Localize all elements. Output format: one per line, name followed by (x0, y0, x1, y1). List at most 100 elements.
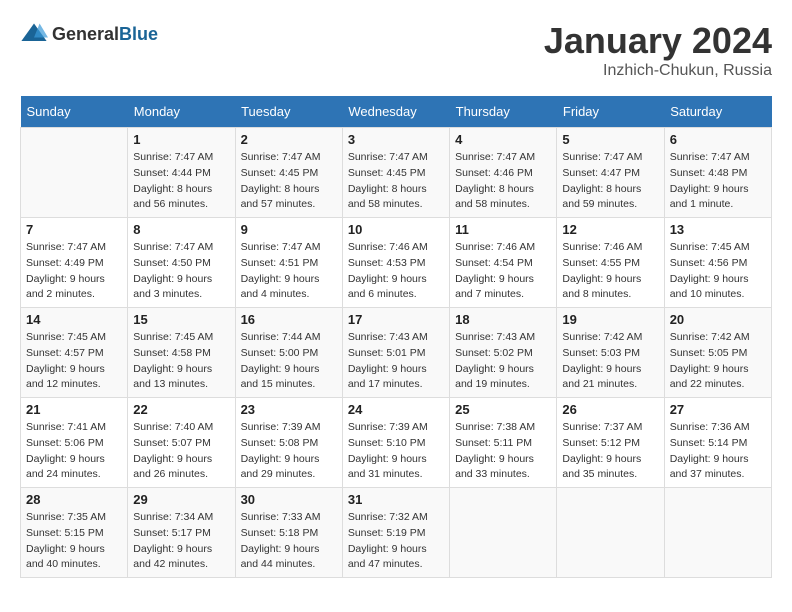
calendar-cell: 22 Sunrise: 7:40 AMSunset: 5:07 PMDayligh… (128, 398, 235, 488)
day-info: Sunrise: 7:47 AMSunset: 4:47 PMDaylight:… (562, 150, 658, 213)
day-number: 25 (455, 402, 551, 417)
day-info: Sunrise: 7:47 AMSunset: 4:44 PMDaylight:… (133, 150, 229, 213)
day-info: Sunrise: 7:47 AMSunset: 4:46 PMDaylight:… (455, 150, 551, 213)
main-title: January 2024 (544, 20, 772, 62)
day-number: 29 (133, 492, 229, 507)
calendar-cell (450, 488, 557, 578)
day-info: Sunrise: 7:47 AMSunset: 4:49 PMDaylight:… (26, 240, 122, 303)
calendar-cell (21, 128, 128, 218)
day-number: 27 (670, 402, 766, 417)
calendar-row: 7 Sunrise: 7:47 AMSunset: 4:49 PMDaylight… (21, 218, 772, 308)
calendar-cell: 4 Sunrise: 7:47 AMSunset: 4:46 PMDaylight… (450, 128, 557, 218)
calendar-cell: 30 Sunrise: 7:33 AMSunset: 5:18 PMDayligh… (235, 488, 342, 578)
day-info: Sunrise: 7:36 AMSunset: 5:14 PMDaylight:… (670, 420, 766, 483)
calendar-cell: 5 Sunrise: 7:47 AMSunset: 4:47 PMDaylight… (557, 128, 664, 218)
calendar-cell: 11 Sunrise: 7:46 AMSunset: 4:54 PMDayligh… (450, 218, 557, 308)
day-number: 30 (241, 492, 337, 507)
logo-icon (20, 20, 48, 48)
header-day: Friday (557, 96, 664, 128)
calendar-cell: 27 Sunrise: 7:36 AMSunset: 5:14 PMDayligh… (664, 398, 771, 488)
day-info: Sunrise: 7:45 AMSunset: 4:57 PMDaylight:… (26, 330, 122, 393)
header-day: Monday (128, 96, 235, 128)
header-day: Wednesday (342, 96, 449, 128)
day-number: 21 (26, 402, 122, 417)
calendar-row: 1 Sunrise: 7:47 AMSunset: 4:44 PMDaylight… (21, 128, 772, 218)
calendar-cell: 9Sunrise: 7:47 AMSunset: 4:51 PMDaylight… (235, 218, 342, 308)
calendar-cell (557, 488, 664, 578)
calendar-cell: 19Sunrise: 7:42 AMSunset: 5:03 PMDayligh… (557, 308, 664, 398)
calendar-cell: 20 Sunrise: 7:42 AMSunset: 5:05 PMDayligh… (664, 308, 771, 398)
calendar-cell: 15 Sunrise: 7:45 AMSunset: 4:58 PMDayligh… (128, 308, 235, 398)
header-day: Thursday (450, 96, 557, 128)
day-info: Sunrise: 7:47 AMSunset: 4:48 PMDaylight:… (670, 150, 766, 213)
calendar-cell (664, 488, 771, 578)
day-info: Sunrise: 7:47 AMSunset: 4:45 PMDaylight:… (348, 150, 444, 213)
calendar-cell: 2 Sunrise: 7:47 AMSunset: 4:45 PMDaylight… (235, 128, 342, 218)
calendar-cell: 25 Sunrise: 7:38 AMSunset: 5:11 PMDayligh… (450, 398, 557, 488)
day-number: 31 (348, 492, 444, 507)
day-info: Sunrise: 7:44 AMSunset: 5:00 PMDaylight:… (241, 330, 337, 393)
day-number: 11 (455, 222, 551, 237)
logo-general: General (52, 24, 119, 44)
calendar-cell: 31 Sunrise: 7:32 AMSunset: 5:19 PMDayligh… (342, 488, 449, 578)
day-info: Sunrise: 7:46 AMSunset: 4:53 PMDaylight:… (348, 240, 444, 303)
day-info: Sunrise: 7:45 AMSunset: 4:56 PMDaylight:… (670, 240, 766, 303)
day-number: 3 (348, 132, 444, 147)
page-header: GeneralBlue January 2024 Inzhich-Chukun,… (20, 20, 772, 80)
day-info: Sunrise: 7:41 AMSunset: 5:06 PMDaylight:… (26, 420, 122, 483)
day-number: 19 (562, 312, 658, 327)
day-number: 5 (562, 132, 658, 147)
calendar-cell: 18Sunrise: 7:43 AMSunset: 5:02 PMDayligh… (450, 308, 557, 398)
day-number: 10 (348, 222, 444, 237)
calendar-cell: 23 Sunrise: 7:39 AMSunset: 5:08 PMDayligh… (235, 398, 342, 488)
day-number: 1 (133, 132, 229, 147)
header-day: Saturday (664, 96, 771, 128)
day-info: Sunrise: 7:45 AMSunset: 4:58 PMDaylight:… (133, 330, 229, 393)
day-number: 14 (26, 312, 122, 327)
day-info: Sunrise: 7:43 AMSunset: 5:02 PMDaylight:… (455, 330, 551, 393)
calendar-cell: 13Sunrise: 7:45 AMSunset: 4:56 PMDayligh… (664, 218, 771, 308)
day-number: 7 (26, 222, 122, 237)
calendar-cell: 24Sunrise: 7:39 AMSunset: 5:10 PMDayligh… (342, 398, 449, 488)
day-number: 6 (670, 132, 766, 147)
day-info: Sunrise: 7:47 AMSunset: 4:50 PMDaylight:… (133, 240, 229, 303)
calendar-cell: 17Sunrise: 7:43 AMSunset: 5:01 PMDayligh… (342, 308, 449, 398)
header-row: SundayMondayTuesdayWednesdayThursdayFrid… (21, 96, 772, 128)
day-number: 23 (241, 402, 337, 417)
day-info: Sunrise: 7:46 AMSunset: 4:54 PMDaylight:… (455, 240, 551, 303)
day-number: 24 (348, 402, 444, 417)
calendar-cell: 6 Sunrise: 7:47 AMSunset: 4:48 PMDaylight… (664, 128, 771, 218)
calendar-cell: 14 Sunrise: 7:45 AMSunset: 4:57 PMDayligh… (21, 308, 128, 398)
calendar-cell: 29 Sunrise: 7:34 AMSunset: 5:17 PMDayligh… (128, 488, 235, 578)
calendar-cell: 3 Sunrise: 7:47 AMSunset: 4:45 PMDaylight… (342, 128, 449, 218)
calendar-table: SundayMondayTuesdayWednesdayThursdayFrid… (20, 96, 772, 578)
header-day: Tuesday (235, 96, 342, 128)
day-number: 20 (670, 312, 766, 327)
calendar-cell: 21 Sunrise: 7:41 AMSunset: 5:06 PMDayligh… (21, 398, 128, 488)
day-info: Sunrise: 7:34 AMSunset: 5:17 PMDaylight:… (133, 510, 229, 573)
calendar-cell: 26Sunrise: 7:37 AMSunset: 5:12 PMDayligh… (557, 398, 664, 488)
day-number: 28 (26, 492, 122, 507)
logo-blue: Blue (119, 24, 158, 44)
calendar-cell: 7 Sunrise: 7:47 AMSunset: 4:49 PMDaylight… (21, 218, 128, 308)
day-info: Sunrise: 7:47 AMSunset: 4:45 PMDaylight:… (241, 150, 337, 213)
day-info: Sunrise: 7:47 AMSunset: 4:51 PMDaylight:… (241, 240, 337, 303)
day-info: Sunrise: 7:35 AMSunset: 5:15 PMDaylight:… (26, 510, 122, 573)
calendar-cell: 8 Sunrise: 7:47 AMSunset: 4:50 PMDaylight… (128, 218, 235, 308)
day-number: 4 (455, 132, 551, 147)
calendar-row: 14 Sunrise: 7:45 AMSunset: 4:57 PMDayligh… (21, 308, 772, 398)
calendar-cell: 12Sunrise: 7:46 AMSunset: 4:55 PMDayligh… (557, 218, 664, 308)
day-number: 2 (241, 132, 337, 147)
day-info: Sunrise: 7:33 AMSunset: 5:18 PMDaylight:… (241, 510, 337, 573)
day-info: Sunrise: 7:39 AMSunset: 5:08 PMDaylight:… (241, 420, 337, 483)
day-number: 22 (133, 402, 229, 417)
day-number: 8 (133, 222, 229, 237)
day-info: Sunrise: 7:32 AMSunset: 5:19 PMDaylight:… (348, 510, 444, 573)
day-info: Sunrise: 7:38 AMSunset: 5:11 PMDaylight:… (455, 420, 551, 483)
calendar-cell: 10 Sunrise: 7:46 AMSunset: 4:53 PMDayligh… (342, 218, 449, 308)
day-info: Sunrise: 7:40 AMSunset: 5:07 PMDaylight:… (133, 420, 229, 483)
day-number: 15 (133, 312, 229, 327)
day-info: Sunrise: 7:46 AMSunset: 4:55 PMDaylight:… (562, 240, 658, 303)
day-info: Sunrise: 7:42 AMSunset: 5:05 PMDaylight:… (670, 330, 766, 393)
title-section: January 2024 Inzhich-Chukun, Russia (544, 20, 772, 80)
